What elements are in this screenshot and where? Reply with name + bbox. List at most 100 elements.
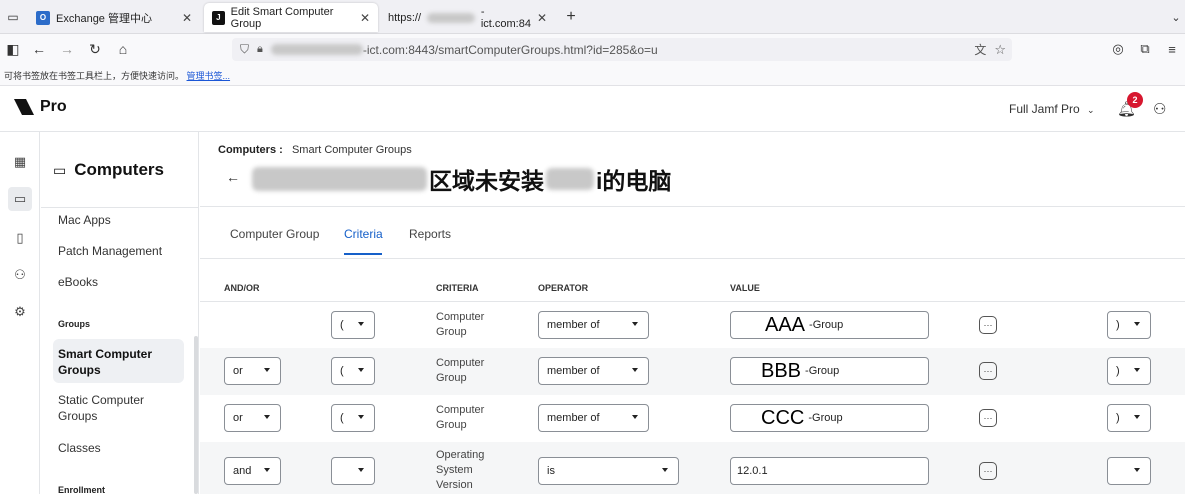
- sidebar-item-static-computer-groups[interactable]: Static Computer Groups: [58, 392, 144, 424]
- tab-overview-icon[interactable]: ▭: [4, 8, 22, 26]
- open-paren-select[interactable]: [331, 457, 375, 485]
- select-value: or: [233, 365, 243, 377]
- operator-select[interactable]: member of: [538, 357, 649, 385]
- sidebar-item-smart-computer-groups[interactable]: Smart Computer Groups: [58, 346, 152, 378]
- tab-computer-group[interactable]: Computer Group: [230, 227, 319, 241]
- arrow-left-icon[interactable]: ←: [226, 169, 240, 185]
- address-bar[interactable]: ⛉ 🔒︎ -ict.com:8443/smartComputerGroups.h…: [232, 38, 1012, 61]
- select-value: (: [340, 365, 344, 377]
- andor-select[interactable]: or: [224, 404, 281, 432]
- tab-criteria[interactable]: Criteria: [344, 227, 383, 241]
- select-value: member of: [547, 319, 600, 331]
- new-tab-icon[interactable]: +: [562, 8, 580, 26]
- devices-icon[interactable]: ▯: [8, 226, 32, 250]
- jamf-logo-icon: [14, 99, 34, 115]
- product-name: Pro: [40, 98, 67, 115]
- close-icon[interactable]: ✕: [537, 11, 547, 25]
- chevron-down-icon: [264, 368, 270, 372]
- reload-icon[interactable]: ↻: [86, 40, 104, 58]
- sidebar-item-classes[interactable]: Classes: [58, 440, 101, 456]
- sidebar-title: Computers: [74, 160, 164, 179]
- breadcrumb-root[interactable]: Computers :: [218, 144, 283, 156]
- users-icon[interactable]: ⚇: [8, 263, 32, 287]
- criteria-line: Group: [436, 326, 467, 338]
- back-icon[interactable]: ←: [30, 40, 48, 58]
- forward-icon[interactable]: →: [58, 40, 76, 58]
- home-icon[interactable]: ⌂: [114, 40, 132, 58]
- tab-label: Edit Smart Computer Group: [230, 5, 334, 30]
- ellipsis-icon[interactable]: ···: [979, 409, 997, 427]
- value-field[interactable]: AAA -Group: [730, 311, 929, 339]
- open-paren-select[interactable]: (: [331, 404, 375, 432]
- value-text: CCC: [761, 406, 805, 429]
- ellipsis-icon[interactable]: ···: [979, 462, 997, 480]
- tab-label-suffix: -ict.com:84: [480, 5, 531, 30]
- main-content: Computers : Smart Computer Groups ← 区域未安…: [200, 132, 1185, 494]
- manage-bookmarks-link[interactable]: 管理书签...: [187, 71, 231, 81]
- star-icon[interactable]: ☆: [994, 42, 1006, 58]
- close-paren-select[interactable]: [1107, 457, 1151, 485]
- select-value: member of: [547, 412, 600, 424]
- sidebar-item-mac-apps[interactable]: Mac Apps: [58, 212, 111, 228]
- close-paren-select[interactable]: ): [1107, 404, 1151, 432]
- active-tab-indicator: [344, 253, 382, 255]
- criteria-line: Computer: [436, 357, 485, 369]
- close-paren-select[interactable]: ): [1107, 311, 1151, 339]
- chevron-down-icon: [358, 322, 364, 326]
- translate-icon[interactable]: 文: [974, 41, 986, 58]
- value-field[interactable]: BBB -Group: [730, 357, 929, 385]
- sidebar-toggle-icon[interactable]: ◧: [4, 40, 22, 58]
- chevron-down-icon: ⌄: [1087, 105, 1095, 115]
- account-icon[interactable]: ◎: [1109, 40, 1127, 58]
- logo[interactable]: Pro: [14, 98, 67, 116]
- criteria-row: or ( Computer Group member of CCC -Group …: [200, 395, 1185, 442]
- chevron-down-icon: [1134, 322, 1140, 326]
- sidebar-item-label: Smart Computer: [58, 347, 153, 361]
- andor-select[interactable]: and: [224, 457, 281, 485]
- user-icon[interactable]: ⚇: [1153, 100, 1166, 118]
- page-title: 区域未安装 i的电脑: [252, 162, 671, 196]
- tab-https[interactable]: https:// -ict.com:84 ✕: [380, 3, 555, 32]
- divider: [200, 206, 1185, 207]
- ellipsis-icon[interactable]: ···: [979, 362, 997, 380]
- column-header-andor: AND/OR: [224, 283, 260, 293]
- operator-select[interactable]: member of: [538, 311, 649, 339]
- value-field[interactable]: CCC -Group: [730, 404, 929, 432]
- close-icon[interactable]: ✕: [360, 11, 370, 25]
- column-header-value: VALUE: [730, 283, 760, 293]
- chevron-down-icon: [632, 322, 638, 326]
- dashboard-icon[interactable]: ▦: [8, 150, 32, 174]
- chevron-down-icon[interactable]: ⌄: [1167, 8, 1185, 26]
- close-paren-select[interactable]: ): [1107, 357, 1151, 385]
- value-suffix: -Group: [809, 319, 844, 331]
- tab-edit-smart-group[interactable]: J Edit Smart Computer Group ✕: [204, 3, 378, 32]
- divider: [200, 258, 1185, 259]
- redacted-text: [252, 167, 427, 191]
- tab-reports[interactable]: Reports: [409, 227, 451, 241]
- andor-select[interactable]: or: [224, 357, 281, 385]
- criteria-line: Version: [436, 479, 473, 491]
- sidebar-item-patch-management[interactable]: Patch Management: [58, 243, 162, 259]
- open-paren-select[interactable]: (: [331, 357, 375, 385]
- close-icon[interactable]: ✕: [182, 11, 192, 25]
- tab-exchange[interactable]: O Exchange 管理中心 ✕: [28, 3, 200, 32]
- select-value: and: [233, 465, 252, 477]
- menu-icon[interactable]: ≡: [1163, 40, 1181, 58]
- criteria-row: and Operating System Version is 12.0.1 ·…: [200, 442, 1185, 494]
- select-value: (: [340, 412, 344, 424]
- operator-select[interactable]: member of: [538, 404, 649, 432]
- computer-icon[interactable]: ▭: [8, 187, 32, 211]
- sidebar-item-ebooks[interactable]: eBooks: [58, 274, 98, 290]
- value-field[interactable]: 12.0.1: [730, 457, 929, 485]
- extensions-icon[interactable]: ⧉: [1136, 40, 1154, 58]
- ellipsis-icon[interactable]: ···: [979, 316, 997, 334]
- open-paren-select[interactable]: (: [331, 311, 375, 339]
- operator-select[interactable]: is: [538, 457, 679, 485]
- bookmarks-hint: 可将书签放在书签工具栏上，方便快速访问。: [4, 71, 185, 81]
- select-value: ): [1116, 365, 1120, 377]
- value-text: AAA: [765, 313, 806, 336]
- gear-icon[interactable]: ⚙: [8, 300, 32, 324]
- sidebar-scrollbar[interactable]: [194, 336, 198, 494]
- criteria-line: Group: [436, 419, 467, 431]
- environment-switcher[interactable]: Full Jamf Pro ⌄: [1009, 102, 1095, 116]
